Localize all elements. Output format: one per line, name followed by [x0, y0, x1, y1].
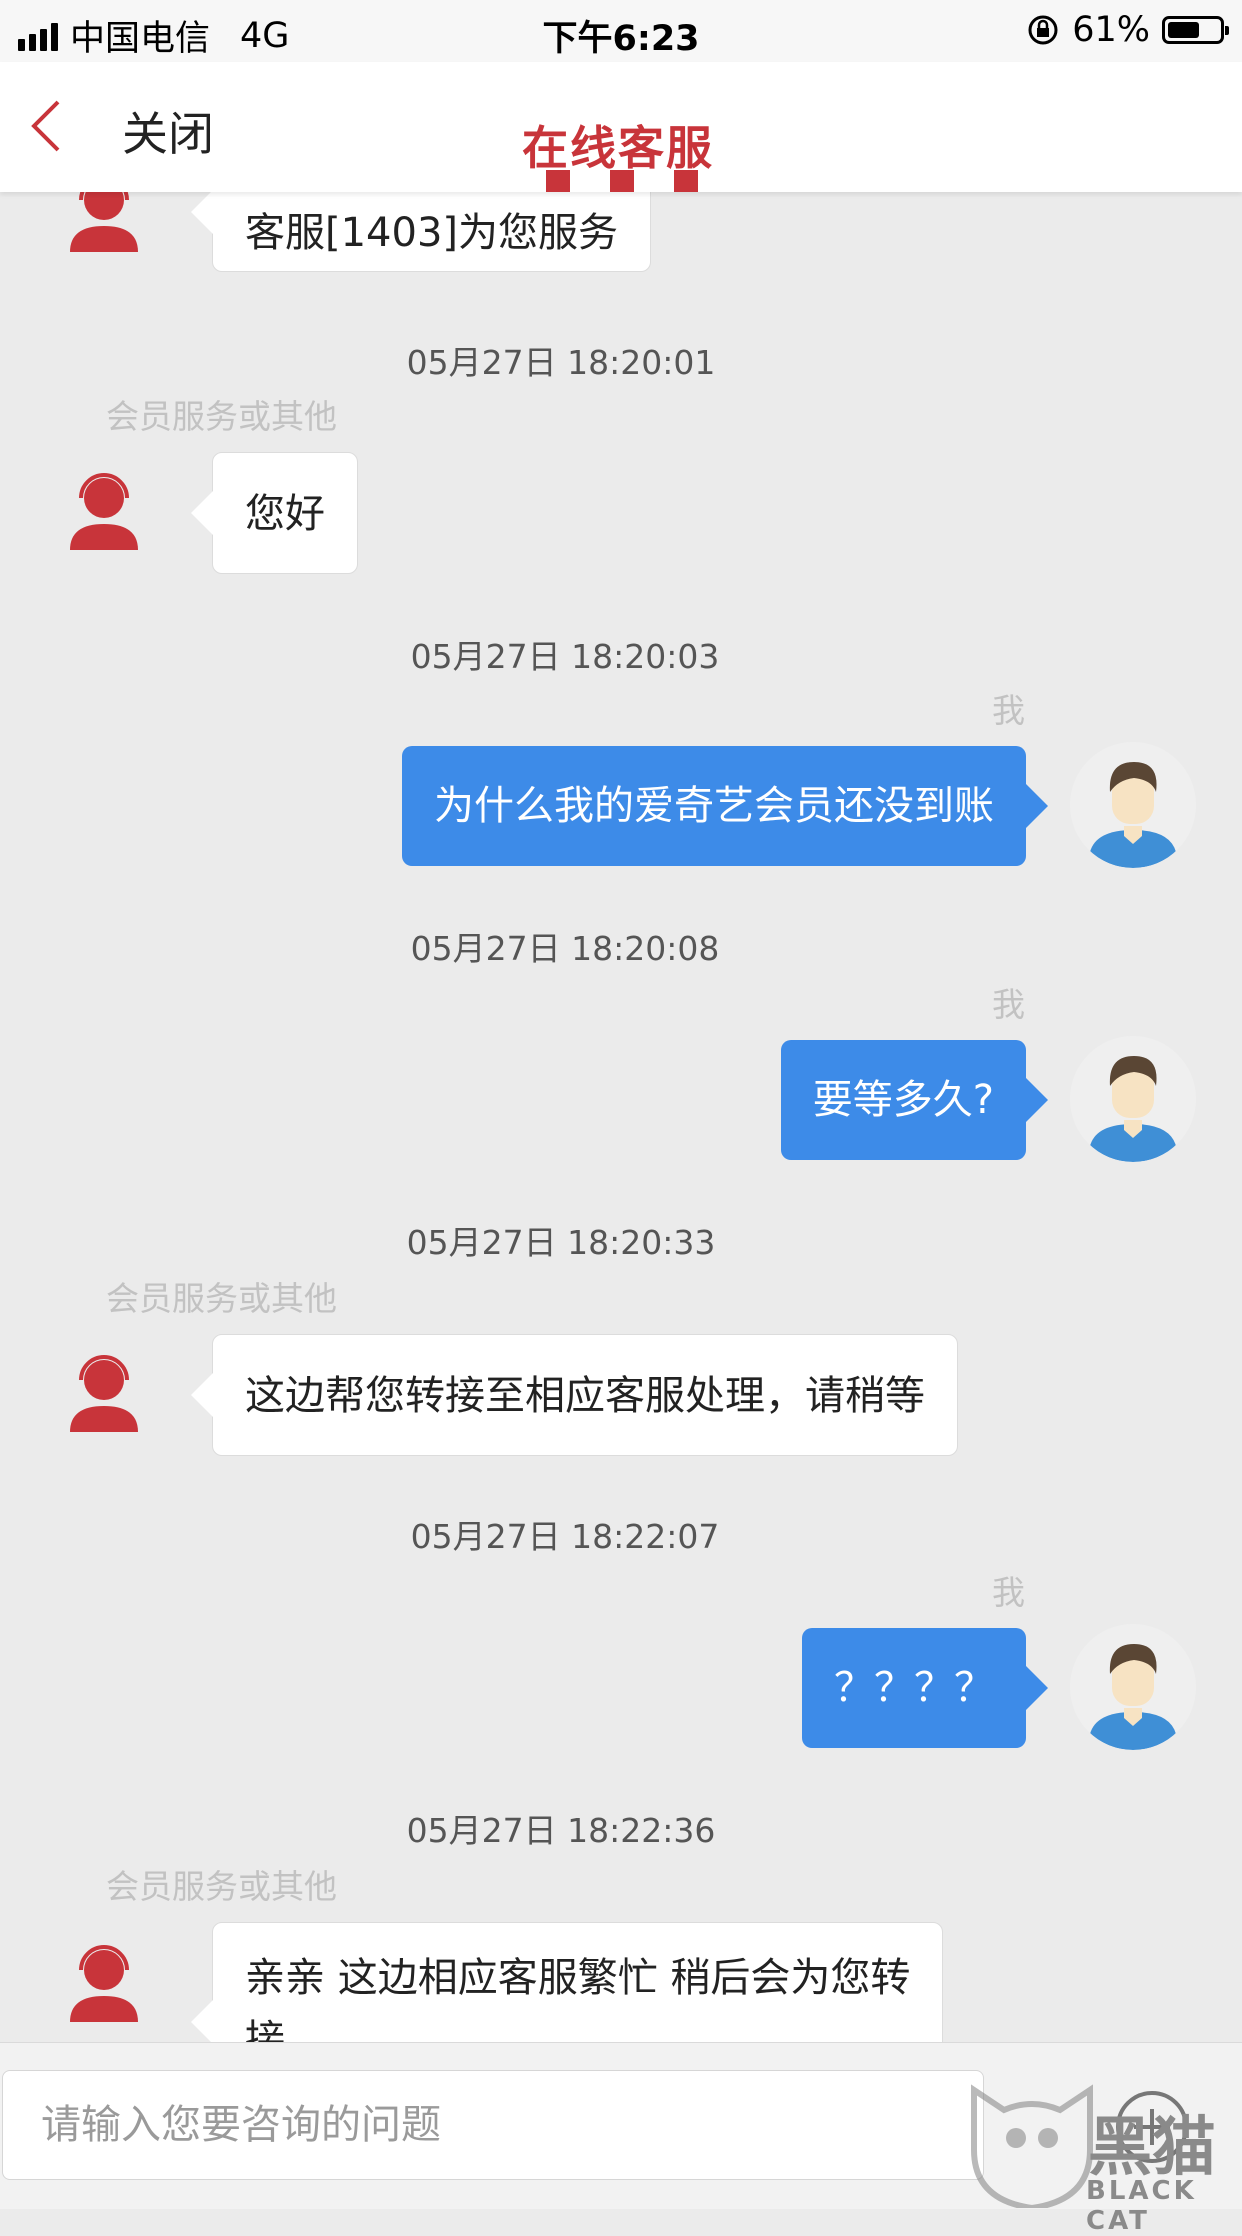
- user-avatar-icon: [1070, 742, 1196, 868]
- nav-bar: 关闭 在线客服: [0, 62, 1242, 192]
- close-button[interactable]: 关闭: [122, 98, 214, 164]
- user-message-bubble: 为什么我的爱奇艺会员还没到账: [402, 746, 1048, 866]
- sender-label: 会员服务或其他: [106, 1867, 337, 1906]
- message-text: 亲亲 这边相应客服繁忙 稍后会为您转: [245, 1955, 911, 2001]
- sender-label: 我: [992, 691, 1025, 730]
- message-timestamp: 05月27日 18:22:36: [406, 1811, 716, 1850]
- message-timestamp: 05月27日 18:22:07: [410, 1517, 720, 1556]
- orientation-lock-icon: [1028, 15, 1058, 45]
- agent-avatar-icon: [70, 1355, 138, 1432]
- battery-icon: [1162, 16, 1229, 44]
- agent-message-bubble: 您好: [191, 452, 358, 574]
- message-timestamp: 05月27日 18:20:01: [406, 343, 716, 382]
- battery-fill: [1168, 22, 1199, 38]
- sender-label: 会员服务或其他: [106, 1279, 337, 1318]
- message-timestamp: 05月27日 18:20:08: [410, 929, 720, 968]
- message-timestamp: 05月27日 18:20:03: [410, 637, 720, 676]
- user-message-bubble: 要等多久?: [780, 1040, 1049, 1160]
- status-bar: 中国电信 4G 下午6:23 61%: [0, 0, 1242, 62]
- chat-area: 客服[1403]为您服务 05月27日 18:20:01 会员服务或其他 您好 …: [0, 192, 1242, 2042]
- user-message-bubble: ？？？？: [802, 1628, 1048, 1748]
- watermark-en: BLACK CAT: [1086, 2176, 1197, 2236]
- agent-avatar-icon: [70, 473, 138, 550]
- agent-avatar-icon: [70, 1945, 138, 2022]
- question-input[interactable]: 请输入您要咨询的问题: [2, 2070, 984, 2180]
- user-avatar-icon: [1070, 1036, 1196, 1162]
- agent-message-bubble: 客服[1403]为您服务: [190, 192, 652, 272]
- agent-avatar-icon: [70, 192, 138, 252]
- sender-label: 我: [992, 985, 1025, 1024]
- battery-percent: 61%: [1072, 10, 1150, 50]
- title-underline: [546, 170, 698, 192]
- agent-message-bubble: 亲亲 这边相应客服繁忙 稍后会为您转 接: [190, 1922, 944, 2042]
- sender-label: 会员服务或其他: [106, 397, 337, 436]
- sender-label: 我: [992, 1573, 1025, 1612]
- agent-message-bubble: 这边帮您转接至相应客服处理，请稍等: [191, 1334, 958, 1456]
- back-chevron-icon[interactable]: [26, 96, 66, 156]
- page-title: 在线客服: [522, 121, 714, 175]
- watermark-cn: 黑猫: [1088, 2111, 1216, 2185]
- message-text-continued: 接: [245, 2017, 285, 2042]
- message-timestamp: 05月27日 18:20:33: [406, 1223, 716, 1262]
- user-avatar-icon: [1070, 1624, 1196, 1750]
